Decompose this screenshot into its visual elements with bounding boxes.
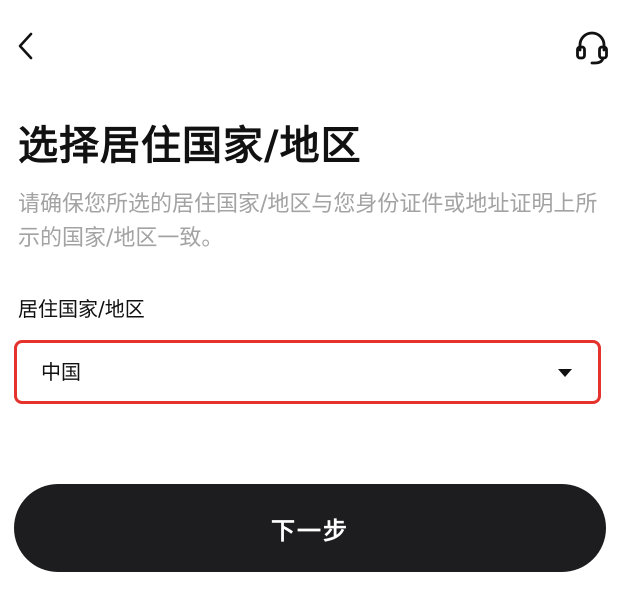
- country-field-label: 居住国家/地区: [18, 297, 145, 321]
- customer-support-button[interactable]: [572, 28, 612, 68]
- chevron-left-icon: [18, 32, 33, 60]
- next-step-button[interactable]: 下一步: [14, 484, 606, 572]
- top-bar: [0, 0, 622, 90]
- caret-down-icon: [558, 369, 572, 377]
- page-description: 请确保您所选的居住国家/地区与您身份证件或地址证明上所示的国家/地区一致。: [18, 192, 598, 251]
- page-title: 选择居住国家/地区: [18, 123, 362, 169]
- headset-icon: [576, 31, 608, 65]
- country-select[interactable]: 中国: [14, 340, 601, 404]
- back-button[interactable]: [8, 28, 44, 64]
- selected-country-value: 中国: [41, 360, 81, 384]
